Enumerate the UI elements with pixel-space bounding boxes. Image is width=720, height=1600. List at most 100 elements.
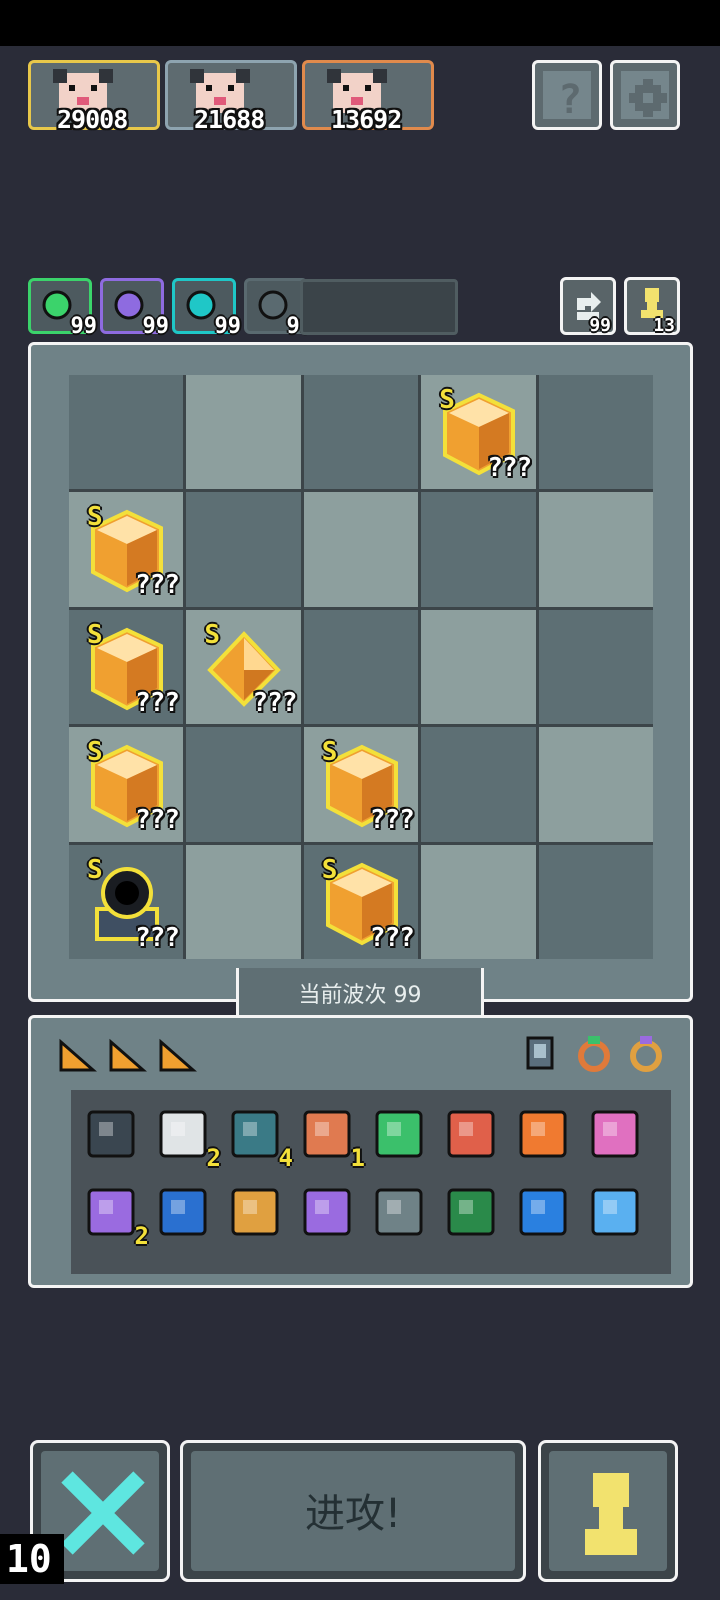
inventory-item[interactable] [79, 1102, 143, 1166]
rank-badge: S [321, 854, 338, 885]
board-cell[interactable] [186, 844, 301, 959]
hero-card[interactable]: 13692 [302, 60, 434, 134]
buff-slot[interactable]: 99 [100, 278, 169, 339]
hero-score: 29008 [57, 105, 128, 134]
inventory-tray: 2 4 1 2 [71, 1090, 671, 1274]
buff-slot[interactable]: 99 [28, 278, 97, 339]
pawn-icon [585, 1473, 637, 1555]
hero-card[interactable]: 29008 [28, 60, 160, 134]
ring-icon[interactable] [574, 1032, 614, 1074]
shard-icon[interactable] [57, 1034, 97, 1074]
board-cell[interactable] [303, 492, 419, 607]
unknown-stat: ??? [369, 922, 415, 953]
board-cell[interactable] [421, 727, 536, 842]
item-count: 2 [206, 1144, 221, 1172]
board-cell[interactable]: S??? [303, 844, 419, 959]
board-cell[interactable] [538, 727, 653, 842]
unknown-stat: ??? [135, 687, 180, 718]
buff-count: 99 [142, 314, 170, 339]
board-cell[interactable] [186, 375, 301, 490]
unknown-stat: ??? [135, 805, 180, 836]
buff-slot[interactable]: 99 [244, 278, 313, 339]
unknown-stat: ??? [252, 687, 297, 718]
shard-icon[interactable] [107, 1034, 147, 1074]
inventory-item[interactable] [439, 1180, 503, 1244]
fire-tile-icon [519, 1110, 567, 1158]
buff-progress-bar [300, 279, 458, 335]
board-cell[interactable]: S??? [421, 375, 536, 490]
inventory-item[interactable]: 1 [295, 1102, 365, 1172]
red-arrow-icon [447, 1110, 495, 1158]
board-cell[interactable] [69, 375, 184, 490]
inventory-item[interactable]: 2 [151, 1102, 221, 1172]
attack-label: 进攻! [304, 1491, 402, 1537]
buff-slot[interactable]: 99 [172, 278, 241, 339]
axe-icon [303, 1110, 351, 1158]
board-cell[interactable] [303, 375, 419, 490]
board-cell[interactable] [303, 609, 419, 725]
rank-badge: S [321, 737, 338, 768]
inventory-item[interactable] [511, 1102, 575, 1166]
rank-badge: S [87, 619, 103, 650]
inventory-item[interactable]: 4 [223, 1102, 293, 1172]
board-cell[interactable] [538, 844, 653, 959]
pink-arrow-icon [591, 1110, 639, 1158]
item-count: 1 [350, 1144, 365, 1172]
green-arrow-icon [375, 1110, 423, 1158]
refresh-button[interactable]: 99 [560, 277, 616, 336]
rank-badge: S [87, 854, 103, 885]
inventory-item[interactable] [367, 1180, 431, 1244]
board-cell[interactable]: S??? [69, 727, 184, 842]
inventory-item[interactable] [295, 1180, 359, 1244]
board-cell[interactable]: S??? [303, 727, 419, 842]
inventory-panel: 2 4 1 2 [28, 1015, 693, 1288]
item-count: 2 [134, 1222, 149, 1250]
rank-badge: S [204, 619, 221, 650]
grate-icon [87, 1110, 135, 1158]
inventory-item[interactable] [439, 1102, 503, 1166]
inventory-item[interactable] [511, 1180, 575, 1244]
buff-count: 99 [214, 314, 242, 339]
board-cell[interactable] [538, 609, 653, 725]
inventory-item[interactable] [223, 1180, 287, 1244]
board-cell[interactable] [421, 844, 536, 959]
inventory-item[interactable]: 2 [79, 1180, 149, 1250]
armor-icon[interactable] [520, 1032, 560, 1074]
status-bar [0, 0, 720, 46]
board-cell[interactable] [186, 727, 301, 842]
chalice-icon [231, 1188, 279, 1236]
shard-icon[interactable] [157, 1034, 197, 1074]
board-cell[interactable]: S??? [69, 609, 184, 725]
inventory-item[interactable] [151, 1180, 215, 1244]
pawn-button[interactable] [538, 1440, 678, 1582]
hero-card[interactable]: 21688 [165, 60, 297, 134]
board-grid: S??? S??? S??? S??? S??? S??? S??? S??? [69, 375, 653, 959]
inventory-item[interactable] [367, 1102, 431, 1166]
scroll-icon [159, 1110, 207, 1158]
potion-jar-icon [87, 1188, 135, 1236]
pawn-counter[interactable]: 13 [624, 277, 680, 336]
item-count: 4 [278, 1144, 293, 1172]
unknown-stat: ??? [369, 805, 415, 836]
question-icon: ? [558, 77, 582, 123]
water-drop-icon [519, 1188, 567, 1236]
board-cell[interactable] [538, 492, 653, 607]
pawn-count: 13 [653, 315, 675, 336]
settings-button[interactable] [610, 60, 680, 130]
help-button[interactable]: ? [532, 60, 602, 130]
board-cell[interactable]: S??? [69, 844, 184, 959]
heart-gem-icon [231, 1110, 279, 1158]
board-cell[interactable]: S??? [69, 492, 184, 607]
hero-score: 21688 [194, 105, 265, 134]
board-cell[interactable] [421, 492, 536, 607]
inventory-item[interactable] [583, 1102, 647, 1166]
level-badge: 10 [0, 1534, 64, 1584]
amulet-icon[interactable] [626, 1032, 666, 1074]
attack-button[interactable]: 进攻! [180, 1440, 526, 1582]
board-cell[interactable] [186, 492, 301, 607]
board-cell[interactable] [421, 609, 536, 725]
board-cell[interactable] [538, 375, 653, 490]
rank-badge: S [87, 502, 103, 533]
inventory-item[interactable] [583, 1180, 647, 1244]
board-cell[interactable]: S??? [186, 609, 301, 725]
